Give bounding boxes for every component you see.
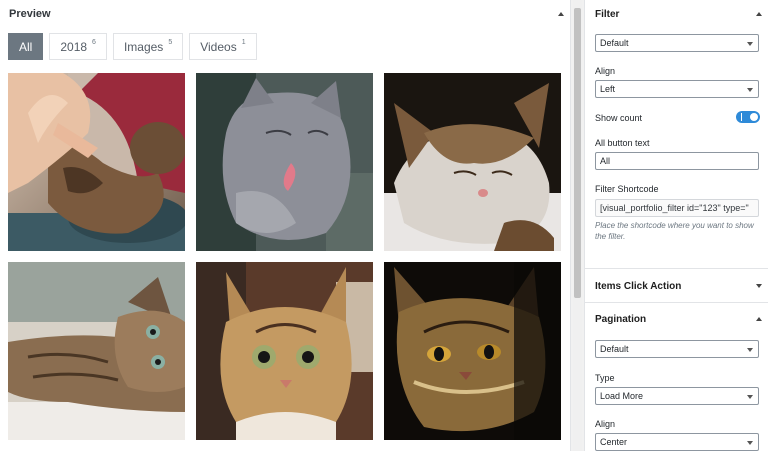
settings-sidebar: Filter Default Align Left Show count All…: [584, 0, 768, 451]
gray-cat-licking-image: [196, 73, 373, 251]
pagination-align-select[interactable]: Center: [595, 433, 759, 451]
collapse-filter-icon[interactable]: [756, 12, 762, 16]
pagination-type-select[interactable]: Load More: [595, 387, 759, 405]
items-click-action-title: Items Click Action: [595, 281, 682, 292]
chevron-down-icon: [747, 395, 753, 399]
filter-section-header[interactable]: Filter: [585, 0, 768, 30]
items-click-action-header[interactable]: Items Click Action: [585, 272, 768, 302]
filter-all-button[interactable]: All: [8, 33, 44, 60]
pagination-section-title: Pagination: [595, 314, 647, 325]
section-divider: [585, 268, 768, 269]
filter-shortcode-field[interactable]: [visual_portfolio_filter id="123" type=": [595, 199, 759, 217]
filter-images-label: Images: [123, 39, 164, 54]
pagination-align-value: Center: [600, 437, 628, 447]
gallery-item-sleeping-tabby-cat[interactable]: [384, 73, 561, 251]
filter-align-select[interactable]: Left: [595, 80, 759, 98]
filter-all-label: All: [19, 39, 33, 54]
filter-shortcode-label: Filter Shortcode: [595, 184, 659, 194]
show-count-label: Show count: [595, 113, 643, 123]
pagination-align-label: Align: [595, 419, 616, 429]
show-count-toggle[interactable]: [736, 111, 760, 123]
filter-bar: All 2018 6 Images 5 Videos 1: [8, 33, 257, 60]
gallery-item-lying-tabby-cat[interactable]: [8, 262, 185, 440]
pagination-type-value: Load More: [600, 391, 644, 401]
filter-videos-button[interactable]: Videos 1: [189, 33, 257, 60]
filter-2018-count: 6: [92, 39, 96, 46]
pagination-type-label: Type: [595, 373, 615, 383]
gallery-item-tabby-cat-in-shadow[interactable]: [384, 262, 561, 440]
filter-videos-count: 1: [241, 39, 246, 46]
pagination-style-select[interactable]: Default: [595, 340, 759, 358]
preview-title: Preview: [9, 8, 51, 20]
gallery-item-bengal-cat-staring[interactable]: [196, 262, 373, 440]
gallery-item-cat-high-five[interactable]: [8, 73, 185, 251]
filter-section-title: Filter: [595, 9, 620, 20]
lying-tabby-cat-image: [8, 262, 185, 440]
filter-shortcode-help: Place the shortcode where you want to sh…: [595, 221, 754, 241]
pagination-style-value: Default: [600, 344, 629, 354]
preview-header[interactable]: Preview: [0, 0, 570, 28]
filter-style-select[interactable]: Default: [595, 34, 759, 52]
filter-align-label: Align: [595, 66, 616, 76]
filter-style-value: Default: [600, 38, 629, 48]
pagination-section-header[interactable]: Pagination: [585, 305, 768, 335]
filter-2018-button[interactable]: 2018 6: [49, 33, 107, 60]
filter-images-count: 5: [168, 39, 173, 46]
preview-panel: Preview All 2018 6 Images 5 Videos 1: [0, 0, 571, 451]
toggle-knob: [750, 113, 758, 121]
chevron-down-icon: [747, 88, 753, 92]
cat-high-five-image: [8, 73, 185, 251]
chevron-down-icon: [747, 42, 753, 46]
filter-align-value: Left: [600, 84, 616, 94]
filter-videos-label: Videos: [200, 39, 237, 54]
chevron-down-icon: [747, 441, 753, 445]
collapse-preview-icon[interactable]: [558, 12, 564, 16]
all-button-text-value: All: [600, 156, 611, 166]
toggle-on-icon: [741, 113, 742, 121]
preview-scrollbar-thumb[interactable]: [574, 8, 581, 298]
section-divider: [585, 302, 768, 303]
filter-2018-label: 2018: [60, 39, 88, 54]
tabby-cat-in-shadow-image: [384, 262, 561, 440]
gallery-item-gray-cat-licking[interactable]: [196, 73, 373, 251]
collapse-pagination-icon[interactable]: [756, 317, 762, 321]
sleeping-tabby-cat-image: [384, 73, 561, 251]
filter-shortcode-value: [visual_portfolio_filter id="123" type=": [600, 203, 749, 213]
portfolio-grid: [8, 73, 561, 440]
bengal-cat-staring-image: [196, 262, 373, 440]
chevron-down-icon: [747, 348, 753, 352]
all-button-text-input[interactable]: All: [595, 152, 759, 170]
expand-items-click-action-icon[interactable]: [756, 284, 762, 288]
filter-images-button[interactable]: Images 5: [112, 33, 184, 60]
all-button-text-label: All button text: [595, 138, 650, 148]
